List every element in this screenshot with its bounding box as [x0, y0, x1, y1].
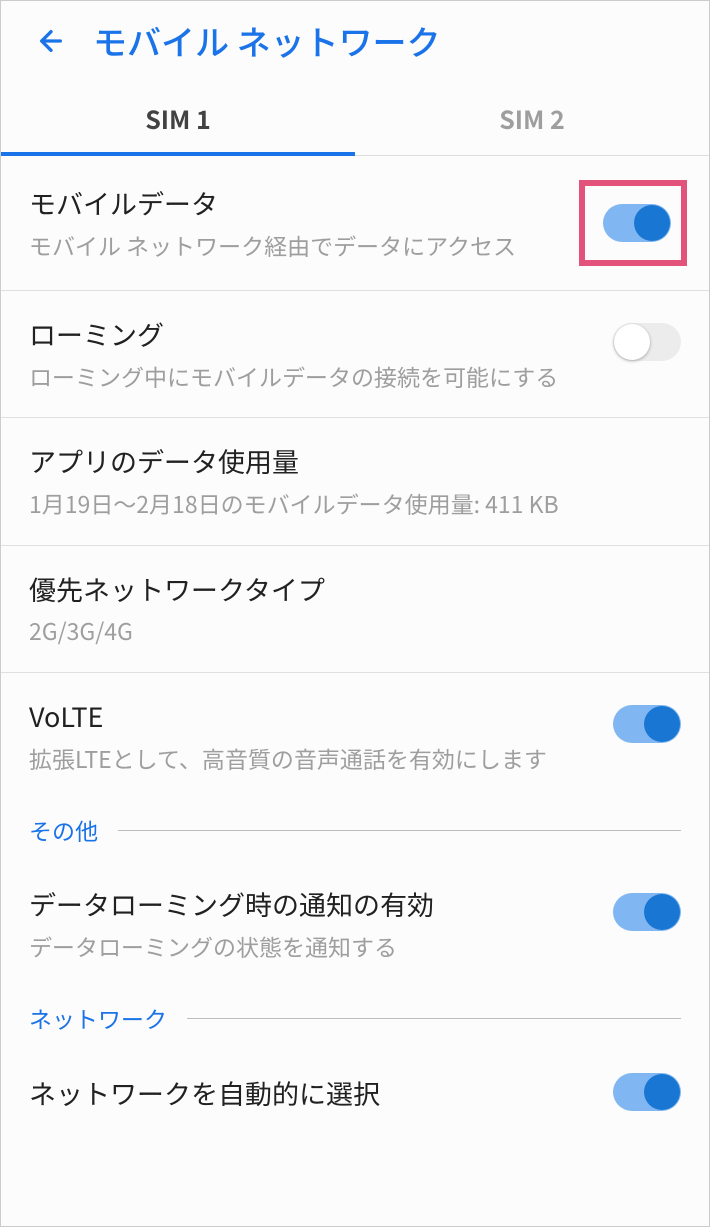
data-roaming-notify-subtitle: データローミングの状態を通知する	[29, 929, 603, 964]
data-roaming-notify-toggle[interactable]	[613, 893, 681, 931]
row-text: VoLTE 拡張LTEとして、高音質の音声通話を有効にします	[29, 697, 613, 775]
row-data-roaming-notify[interactable]: データローミング時の通知の有効 データローミングの状態を通知する	[1, 861, 709, 987]
section-network-label: ネットワーク	[29, 1001, 167, 1035]
content: モバイルデータ モバイル ネットワーク経由でデータにアクセス ローミング ローミ…	[1, 156, 709, 1135]
row-text: ネットワークを自動的に選択	[29, 1074, 613, 1112]
highlight-box	[579, 180, 687, 266]
mobile-data-title: モバイルデータ	[29, 184, 569, 222]
row-text: アプリのデータ使用量 1月19日～2月18日のモバイルデータ使用量: 411 K…	[29, 442, 681, 520]
tab-sim2[interactable]: SIM 2	[355, 83, 709, 155]
row-preferred-network[interactable]: 優先ネットワークタイプ 2G/3G/4G	[1, 546, 709, 673]
header: モバイル ネットワーク	[1, 1, 709, 83]
mobile-data-toggle[interactable]	[603, 204, 671, 242]
volte-subtitle: 拡張LTEとして、高音質の音声通話を有効にします	[29, 741, 603, 776]
volte-toggle[interactable]	[613, 705, 681, 743]
tabs: SIM 1 SIM 2	[1, 83, 709, 156]
row-volte[interactable]: VoLTE 拡張LTEとして、高音質の音声通話を有効にします	[1, 673, 709, 799]
preferred-network-title: 優先ネットワークタイプ	[29, 570, 671, 608]
row-app-data-usage[interactable]: アプリのデータ使用量 1月19日～2月18日のモバイルデータ使用量: 411 K…	[1, 418, 709, 545]
roaming-title: ローミング	[29, 315, 603, 353]
row-text: 優先ネットワークタイプ 2G/3G/4G	[29, 570, 681, 648]
row-text: モバイルデータ モバイル ネットワーク経由でデータにアクセス	[29, 184, 579, 262]
auto-select-network-title: ネットワークを自動的に選択	[29, 1074, 603, 1112]
row-text: ローミング ローミング中にモバイルデータの接続を可能にする	[29, 315, 613, 393]
row-text: データローミング時の通知の有効 データローミングの状態を通知する	[29, 885, 613, 963]
auto-select-network-toggle[interactable]	[613, 1073, 681, 1111]
row-roaming[interactable]: ローミング ローミング中にモバイルデータの接続を可能にする	[1, 291, 709, 418]
app-data-usage-subtitle: 1月19日～2月18日のモバイルデータ使用量: 411 KB	[29, 486, 671, 521]
section-other: その他	[1, 799, 709, 861]
row-auto-select-network[interactable]: ネットワークを自動的に選択	[1, 1049, 709, 1135]
section-network: ネットワーク	[1, 987, 709, 1049]
row-mobile-data[interactable]: モバイルデータ モバイル ネットワーク経由でデータにアクセス	[1, 156, 709, 291]
preferred-network-subtitle: 2G/3G/4G	[29, 613, 671, 648]
back-arrow-icon[interactable]	[29, 19, 73, 63]
volte-title: VoLTE	[29, 697, 603, 735]
tab-sim1[interactable]: SIM 1	[1, 83, 355, 155]
mobile-data-subtitle: モバイル ネットワーク経由でデータにアクセス	[29, 228, 569, 263]
divider	[187, 1018, 681, 1019]
page-title: モバイル ネットワーク	[93, 16, 441, 65]
divider	[118, 830, 681, 831]
roaming-subtitle: ローミング中にモバイルデータの接続を可能にする	[29, 359, 603, 394]
data-roaming-notify-title: データローミング時の通知の有効	[29, 885, 603, 923]
roaming-toggle[interactable]	[613, 323, 681, 361]
app-data-usage-title: アプリのデータ使用量	[29, 442, 671, 480]
section-other-label: その他	[29, 813, 98, 847]
